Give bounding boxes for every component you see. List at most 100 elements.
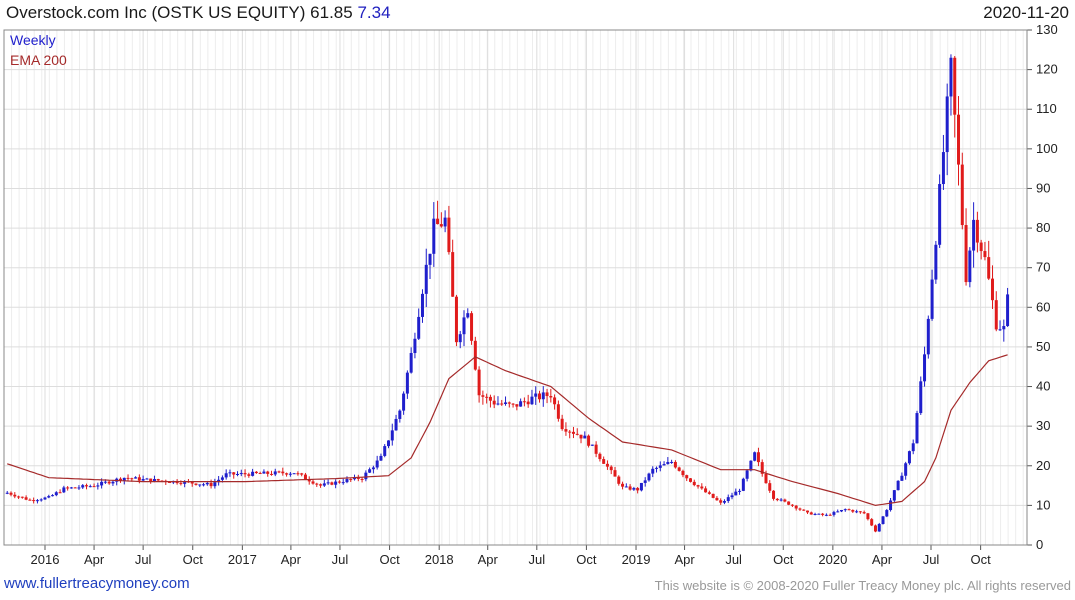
candle-body (968, 250, 972, 283)
candle-body (371, 467, 375, 470)
candle-body (915, 413, 919, 444)
candle-body (417, 316, 421, 339)
grid (3, 29, 1027, 546)
candle-body (198, 484, 202, 486)
x-tick-label: Apr (478, 552, 499, 567)
footer-website-link[interactable]: www.fullertreacymoney.com (4, 575, 190, 592)
x-tick-label: Jul (725, 552, 742, 567)
candle-body (923, 354, 927, 382)
candle-body (296, 473, 300, 475)
candle-body (51, 495, 55, 497)
candle-body (500, 403, 504, 405)
candle-body (568, 431, 572, 433)
y-tick-label: 60 (1036, 299, 1050, 314)
candle-body (341, 482, 345, 484)
footer-copyright: This website is © 2008-2020 Fuller Treac… (654, 578, 1071, 593)
candle-body (251, 471, 255, 476)
candle-body (303, 474, 307, 480)
candle-body (685, 475, 689, 479)
candle-body (137, 477, 141, 481)
candle-body (130, 478, 134, 480)
x-tick-label: 2016 (31, 552, 60, 567)
candle-body (862, 512, 866, 514)
x-tick-label: Jul (923, 552, 940, 567)
candle-body (530, 396, 534, 405)
candle-body (734, 491, 738, 496)
candle-body (700, 486, 704, 489)
candle-body (239, 473, 243, 475)
candle-body (602, 459, 606, 464)
candle-body (662, 464, 666, 466)
candle-body (534, 393, 538, 397)
candle-body (613, 470, 617, 477)
candle-body (998, 329, 1002, 331)
candle-body (605, 463, 609, 467)
candle-body (383, 446, 387, 456)
candle-body (315, 483, 319, 485)
candle-body (454, 296, 458, 343)
candle-body (855, 511, 859, 513)
candle-body (628, 486, 632, 490)
candle-body (549, 396, 553, 398)
candle-body (945, 96, 949, 153)
candle-body (692, 481, 696, 486)
candle-body (919, 381, 923, 414)
candle-body (560, 418, 564, 430)
candle-body (447, 217, 451, 253)
candle-body (885, 510, 889, 517)
candle-body (43, 497, 47, 500)
candle-body (394, 418, 398, 431)
candle-body (337, 481, 341, 483)
x-tick-label: Jul (332, 552, 349, 567)
candle-body (473, 340, 477, 370)
plot-frame (3, 29, 1028, 546)
candle-body (462, 317, 466, 335)
candle-body (670, 461, 674, 463)
candle-body (590, 444, 594, 446)
candle-body (466, 313, 470, 318)
y-tick-label: 30 (1036, 418, 1050, 433)
x-tick-label: Jul (528, 552, 545, 567)
candle-body (987, 257, 991, 279)
candle-body (892, 490, 896, 501)
candle-body (156, 479, 160, 481)
candle-body (285, 473, 289, 475)
candle-body (738, 490, 742, 492)
candle-body (926, 318, 930, 355)
candle-body (375, 460, 379, 468)
candles (5, 54, 1010, 533)
candle-body (526, 401, 530, 405)
candle-body (224, 473, 228, 478)
candle-body (228, 472, 232, 474)
candle-body (179, 483, 183, 485)
candle-body (32, 500, 36, 502)
candle-body (20, 496, 24, 498)
candle-body (428, 253, 432, 265)
candle-body (858, 511, 862, 513)
y-tick-label: 110 (1036, 101, 1057, 116)
candle-body (579, 434, 583, 439)
candle-body (666, 461, 670, 465)
candle-body (537, 393, 541, 400)
candle-body (677, 467, 681, 471)
candle-body (515, 404, 519, 407)
candle-body (368, 469, 372, 473)
candle-body (111, 481, 115, 484)
candle-body (768, 483, 772, 491)
candle-body (424, 264, 428, 294)
x-tick-label: 2018 (425, 552, 454, 567)
candle-body (798, 508, 802, 510)
candle-body (726, 497, 730, 502)
candle-body (17, 496, 21, 498)
candle-body (938, 184, 942, 245)
candle-body (836, 511, 840, 513)
candle-body (870, 519, 874, 526)
candle-body (983, 251, 987, 258)
candle-body (809, 512, 813, 515)
candle-body (960, 164, 964, 226)
y-tick-label: 20 (1036, 458, 1050, 473)
x-tick-label: Oct (379, 552, 400, 567)
y-tick-label: 50 (1036, 339, 1050, 354)
candle-body (24, 497, 28, 500)
y-tick-label: 100 (1036, 141, 1058, 156)
